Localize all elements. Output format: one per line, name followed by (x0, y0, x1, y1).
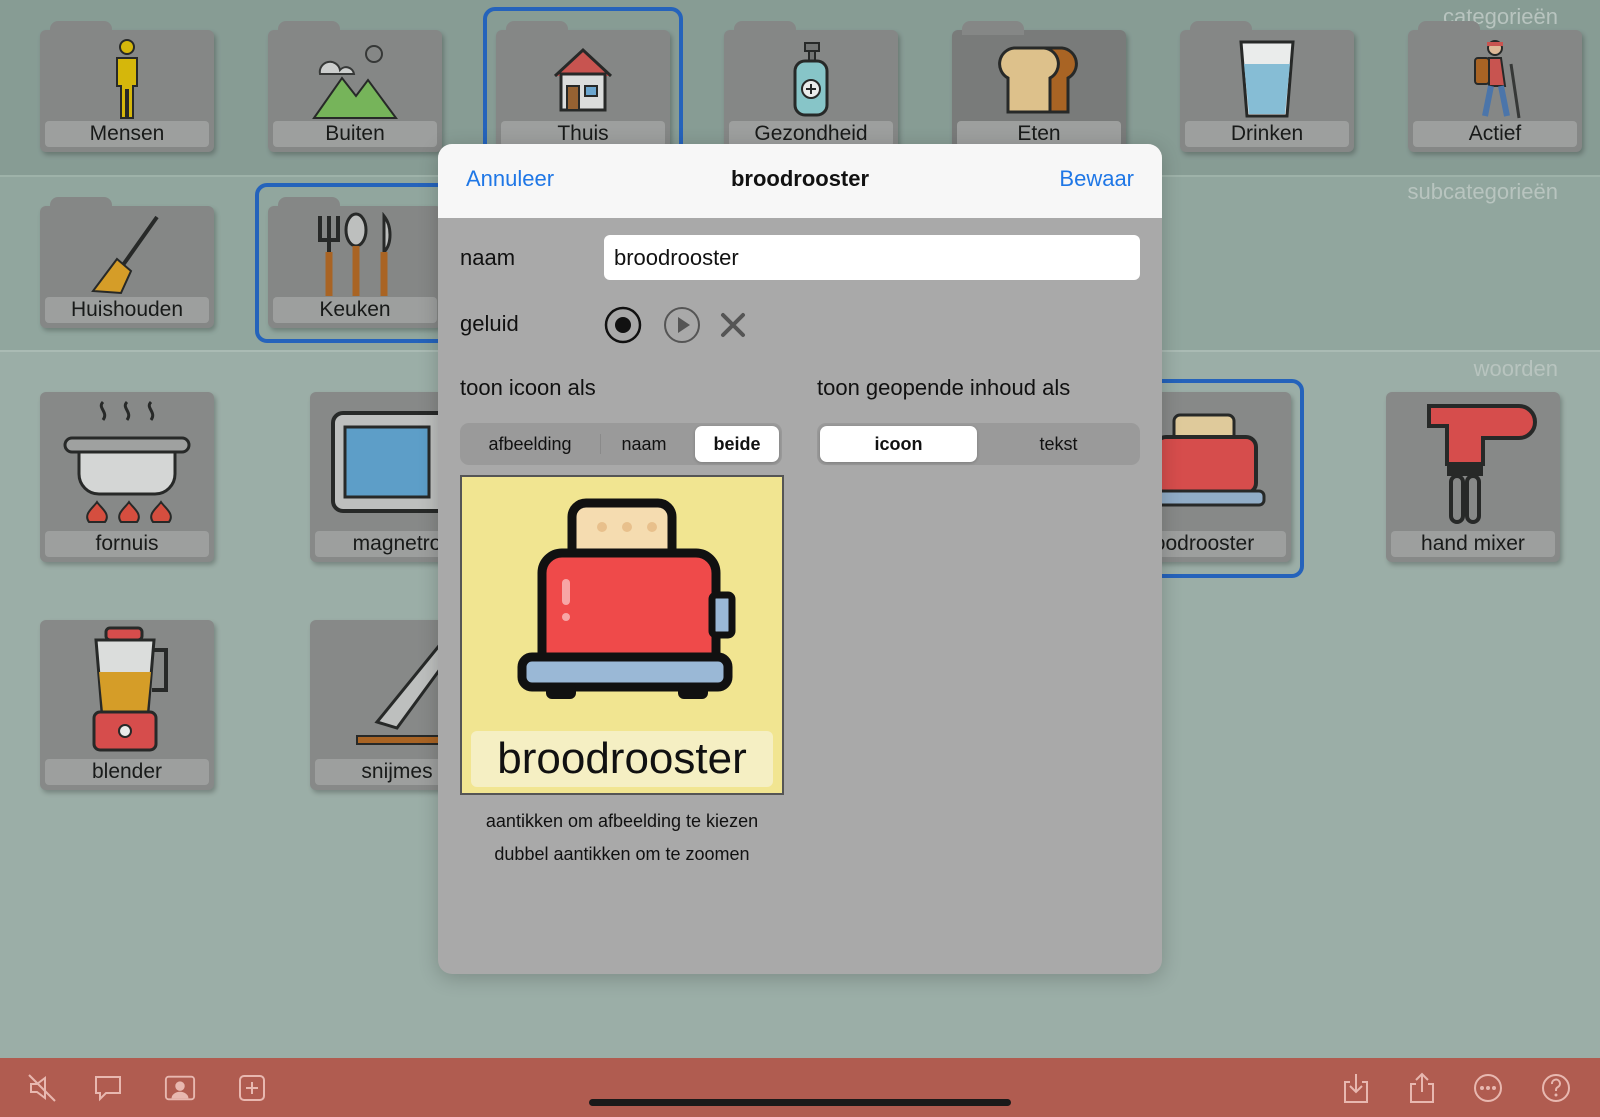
person-card-icon (164, 1075, 196, 1101)
hint-zoom: dubbel aantikken om te zoomen (494, 844, 750, 864)
download-icon (1344, 1074, 1368, 1103)
close-icon (721, 313, 745, 337)
hint-choose-image: aantikken om afbeelding te kiezen (485, 811, 759, 831)
record-icon (604, 306, 642, 344)
bottom-toolbar (0, 1058, 1600, 1117)
mute-button[interactable] (26, 1072, 58, 1104)
name-input[interactable] (604, 235, 1140, 280)
speech-button[interactable] (92, 1072, 124, 1104)
delete-sound-button[interactable] (720, 312, 746, 338)
save-button[interactable]: Bewaar (1059, 166, 1134, 192)
show-content-label: toon geopende inhoud als (817, 375, 1071, 400)
segment-tekst[interactable]: tekst (980, 426, 1137, 462)
show-icon-label: toon icoon als (460, 375, 596, 400)
segment-icoon[interactable]: icoon (820, 426, 977, 462)
share-icon (1410, 1072, 1434, 1103)
segment-beide[interactable]: beide (695, 426, 779, 462)
help-icon (1542, 1074, 1570, 1102)
speech-bubble-icon (95, 1076, 121, 1102)
share-button[interactable] (1406, 1072, 1438, 1104)
more-button[interactable] (1472, 1072, 1504, 1104)
edit-word-dialog: Annuleer broodrooster Bewaar naam geluid… (438, 144, 1162, 974)
show-icon-segmented-control: afbeelding naam beide (460, 423, 782, 465)
dialog-title: broodrooster (730, 166, 870, 191)
help-button[interactable] (1540, 1072, 1572, 1104)
segment-naam[interactable]: naam (601, 426, 687, 462)
record-button[interactable] (604, 306, 642, 344)
import-button[interactable] (1340, 1072, 1372, 1104)
profile-button[interactable] (164, 1072, 196, 1104)
play-button[interactable] (663, 306, 701, 344)
segment-afbeelding[interactable]: afbeelding (463, 426, 597, 462)
show-content-segmented-control: icoon tekst (817, 423, 1140, 465)
add-button[interactable] (236, 1072, 268, 1104)
icon-preview[interactable]: broodrooster (460, 475, 784, 795)
more-icon (1474, 1074, 1502, 1102)
play-icon (664, 307, 700, 343)
add-square-icon (239, 1075, 265, 1101)
preview-label: broodrooster (471, 731, 773, 787)
toaster-icon (502, 497, 742, 712)
name-label: naam (460, 245, 516, 270)
dialog-header: Annuleer broodrooster Bewaar (438, 144, 1162, 218)
sound-label: geluid (460, 311, 519, 336)
mute-icon (28, 1074, 56, 1102)
home-indicator (589, 1099, 1011, 1106)
